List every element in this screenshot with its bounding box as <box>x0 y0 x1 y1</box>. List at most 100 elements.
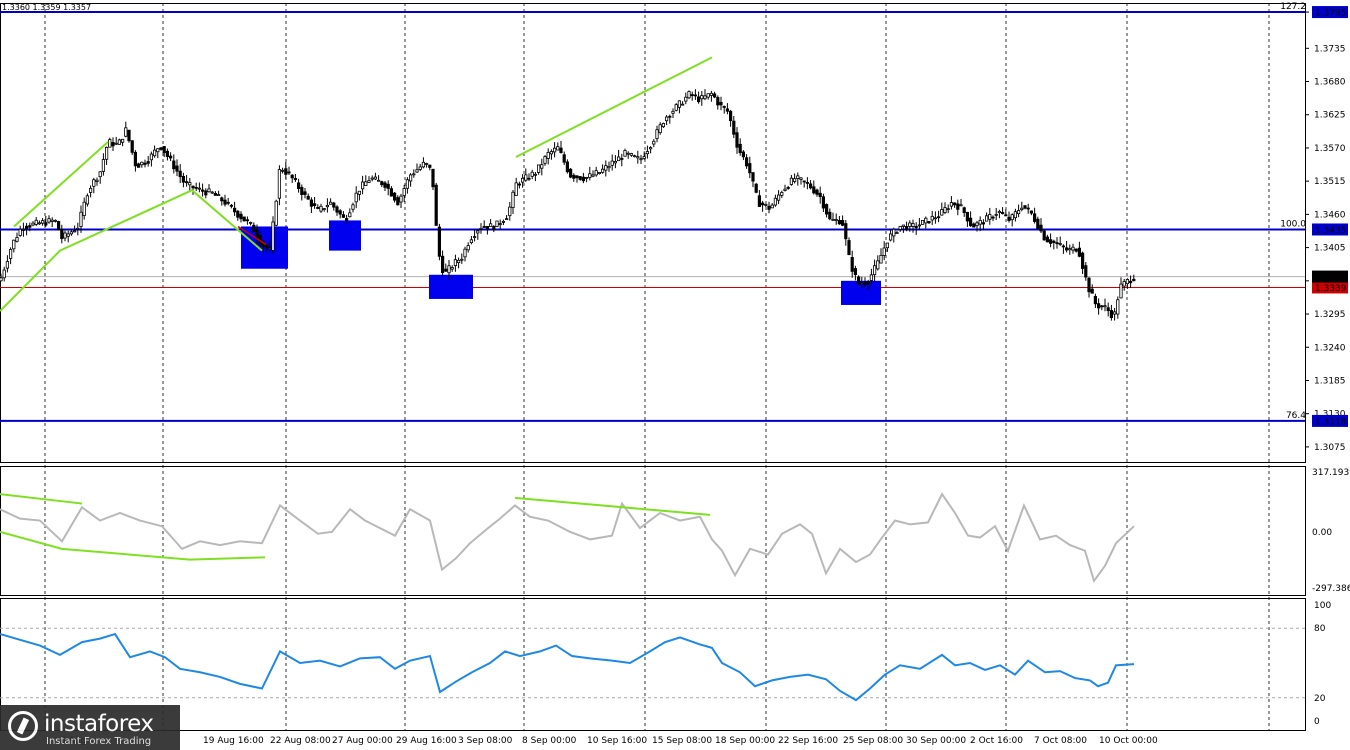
cci-trend-line-1 <box>0 530 266 561</box>
candle-body <box>677 100 682 108</box>
candle-body <box>121 138 125 143</box>
candle-body <box>1084 265 1088 278</box>
candle-body <box>793 178 797 182</box>
candle-body <box>152 149 157 157</box>
candle-body <box>280 169 285 172</box>
candle-body <box>57 221 61 231</box>
candle-body <box>773 197 778 206</box>
time-label: 22 Sep 16:00 <box>778 736 838 746</box>
candle-body <box>92 179 96 187</box>
candle-body <box>1113 311 1117 315</box>
candle-body <box>802 180 806 183</box>
candle-body <box>18 228 22 236</box>
candle-body <box>588 173 592 178</box>
candle-body <box>735 132 739 148</box>
rsi-tick-label: 0 <box>1314 717 1320 727</box>
candle-body <box>380 181 384 186</box>
candle-body <box>620 158 624 160</box>
candle-body <box>124 127 128 137</box>
candle-body <box>546 151 550 159</box>
candle-body <box>770 204 774 209</box>
candle-body <box>60 229 64 240</box>
candle-body <box>15 237 19 242</box>
candle-body <box>98 171 102 178</box>
candle-body <box>517 183 522 186</box>
candle-body <box>594 170 598 176</box>
time-label: 15 Sep 08:00 <box>652 736 712 746</box>
candle-body <box>168 155 173 159</box>
candle-body <box>1007 216 1011 221</box>
candle-body <box>1093 295 1097 305</box>
candle-body <box>988 214 992 220</box>
candle-body <box>303 191 307 195</box>
candle-body <box>1001 212 1005 215</box>
candle-body <box>751 172 755 182</box>
candle-body <box>146 161 150 164</box>
candle-body <box>633 155 637 158</box>
panel-frame-0 <box>0 3 1306 463</box>
candle-body <box>681 103 685 106</box>
candle-body <box>424 163 429 165</box>
candle-body <box>341 214 346 218</box>
candle-body <box>617 156 621 162</box>
instaforex-logo-icon <box>8 711 38 741</box>
candle-body <box>453 259 458 266</box>
candle-body <box>0 277 3 282</box>
candle-body <box>47 218 51 223</box>
candle-body <box>930 215 934 221</box>
candle-body <box>143 162 147 165</box>
candle-body <box>1132 278 1136 282</box>
vertical-grid <box>44 3 1270 730</box>
candle-body <box>472 236 477 238</box>
candle-body <box>901 224 906 227</box>
time-label: 8 Sep 00:00 <box>522 736 577 746</box>
time-label: 19 Aug 16:00 <box>203 736 264 746</box>
candle-body <box>738 143 742 154</box>
candle-body <box>821 196 826 209</box>
candle-body <box>399 195 403 203</box>
candle-body <box>332 202 336 208</box>
candle-body <box>645 151 650 155</box>
candle-body <box>344 218 349 221</box>
candle-body <box>1129 280 1133 284</box>
candle-body <box>892 228 896 237</box>
candle-body <box>360 181 365 190</box>
candle-body <box>95 179 99 182</box>
candle-body <box>665 116 669 122</box>
candle-body <box>642 156 646 159</box>
candle-body <box>725 108 730 112</box>
candle-body <box>402 188 406 196</box>
candle-body <box>908 222 912 227</box>
candle-body <box>815 189 819 195</box>
candle-body <box>469 239 474 244</box>
candle-body <box>521 177 525 183</box>
candle-body <box>1103 305 1107 308</box>
candle-body <box>527 177 531 180</box>
price-tick-label: 1.3075 <box>1314 443 1346 453</box>
time-label: 18 Sep 00:00 <box>715 736 775 746</box>
time-label: 30 Sep 00:00 <box>906 736 966 746</box>
candle-body <box>927 221 931 224</box>
candle-body <box>456 259 461 264</box>
candle-body <box>949 202 954 207</box>
candle-body <box>450 267 454 270</box>
candle-body <box>140 161 144 166</box>
candle-body <box>175 165 179 172</box>
candle-body <box>73 230 77 233</box>
candle-body <box>601 168 605 173</box>
time-label: 22 Aug 08:00 <box>270 736 331 746</box>
candle-body <box>780 192 784 196</box>
candle-body <box>889 233 893 241</box>
candle-body <box>274 200 278 226</box>
candle-body <box>1109 310 1113 319</box>
candle-body <box>188 182 192 186</box>
candle-body <box>898 225 902 230</box>
candle-body <box>309 199 314 207</box>
candle-body <box>933 217 938 220</box>
candle-body <box>159 147 163 150</box>
candle-body <box>101 159 105 172</box>
candle-body <box>207 188 211 193</box>
candle-body <box>639 158 643 161</box>
candle-body <box>837 220 842 225</box>
candle-body <box>1081 252 1085 269</box>
